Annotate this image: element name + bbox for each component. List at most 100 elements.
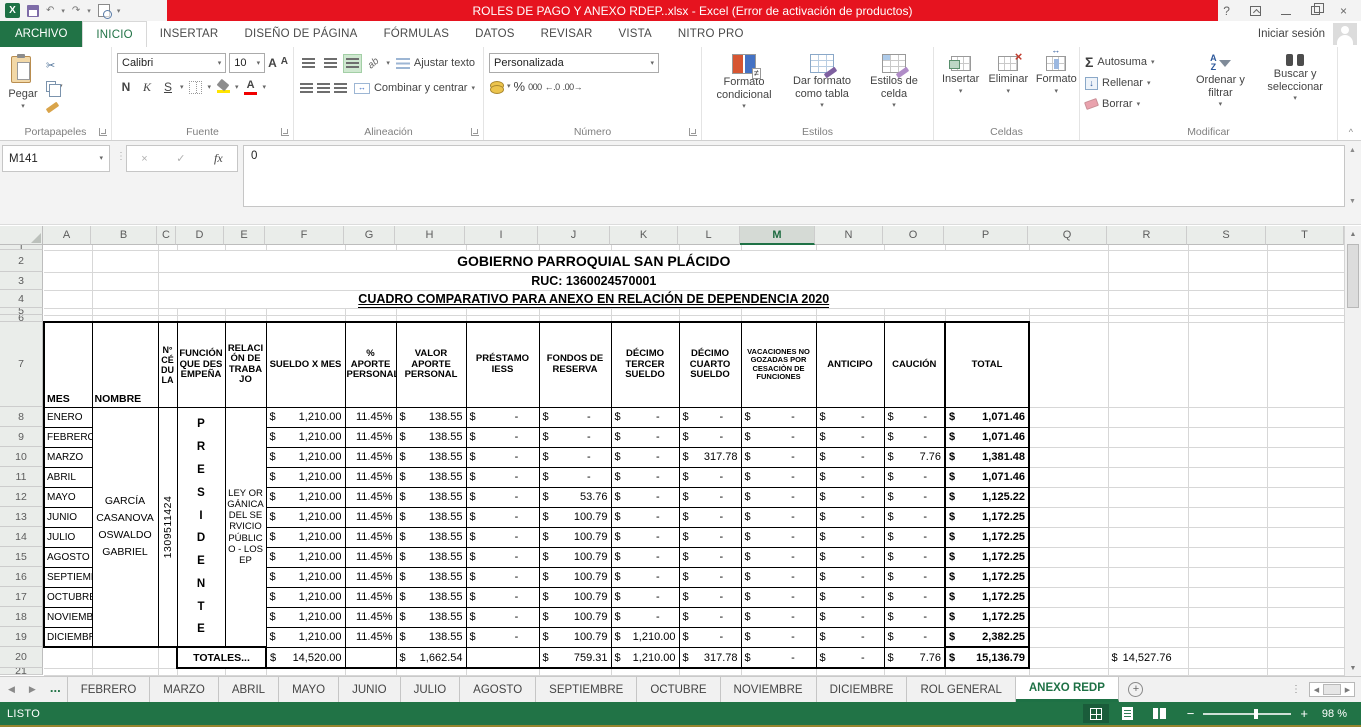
cell-pct-total[interactable]: [345, 647, 396, 668]
empty-cell[interactable]: [1108, 272, 1188, 290]
row-header-21[interactable]: 21: [0, 668, 43, 675]
money-cell[interactable]: $100.79: [539, 527, 611, 547]
cell-mes[interactable]: MARZO: [44, 447, 92, 467]
percent-format-button[interactable]: %: [514, 79, 526, 94]
sheet-tab-julio[interactable]: JULIO: [401, 677, 461, 702]
formula-bar-scroll[interactable]: ▲ ▼: [1346, 145, 1359, 207]
money-cell[interactable]: $15,136.79: [945, 647, 1029, 668]
cell-pct[interactable]: 11.45%: [345, 547, 396, 567]
hscroll-left-icon[interactable]: ◀: [1310, 686, 1323, 694]
empty-cell[interactable]: [92, 668, 158, 675]
clear-button[interactable]: Borrar▾: [1085, 95, 1183, 113]
column-header-A[interactable]: A: [43, 226, 91, 245]
empty-cell[interactable]: [1108, 547, 1188, 567]
money-cell[interactable]: $-: [741, 487, 816, 507]
empty-cell[interactable]: [396, 668, 466, 675]
sign-in-link[interactable]: Iniciar sesión: [1258, 21, 1325, 47]
empty-cell[interactable]: [1267, 647, 1344, 668]
money-cell[interactable]: $1,210.00: [266, 427, 345, 447]
empty-cell[interactable]: [92, 647, 158, 668]
empty-cell[interactable]: [1108, 607, 1188, 627]
empty-cell[interactable]: [816, 315, 884, 322]
money-cell[interactable]: $-: [741, 567, 816, 587]
money-cell[interactable]: $1,381.48: [945, 447, 1029, 467]
fill-color-caret-icon[interactable]: ▾: [235, 84, 239, 91]
empty-cell[interactable]: [1267, 627, 1344, 647]
ribbon-display-options-icon[interactable]: [1250, 6, 1261, 16]
empty-cell[interactable]: [539, 315, 611, 322]
empty-cell[interactable]: [345, 315, 396, 322]
row-header-2[interactable]: 2: [0, 250, 43, 272]
money-cell[interactable]: $1,071.46: [945, 407, 1029, 427]
row-header-4[interactable]: 4: [0, 290, 43, 308]
align-center-button[interactable]: [316, 79, 330, 98]
horizontal-scroll-thumb[interactable]: [1323, 684, 1341, 695]
table-header-8[interactable]: PRÉSTAMO IESS: [466, 322, 539, 407]
cell-funcion[interactable]: PRESIDENTE: [177, 407, 225, 647]
empty-cell[interactable]: [44, 315, 92, 322]
autosum-button[interactable]: ΣAutosuma▾: [1085, 53, 1183, 71]
table-header-3[interactable]: FUNCIÓN QUE DESEMPEÑA: [177, 322, 225, 407]
empty-cell[interactable]: [225, 315, 266, 322]
underline-caret-icon[interactable]: ▾: [180, 84, 184, 91]
font-size-select[interactable]: 10▾: [229, 53, 265, 73]
column-header-E[interactable]: E: [224, 226, 265, 245]
money-cell[interactable]: $1,210.00: [266, 447, 345, 467]
money-cell[interactable]: $-: [679, 507, 741, 527]
font-color-caret-icon[interactable]: ▾: [263, 84, 267, 91]
money-cell[interactable]: $-: [884, 567, 945, 587]
close-icon[interactable]: ×: [1340, 4, 1347, 18]
money-cell[interactable]: $-: [679, 587, 741, 607]
money-cell[interactable]: $-: [816, 427, 884, 447]
money-cell[interactable]: $-: [884, 407, 945, 427]
format-as-table-button[interactable]: Dar formato como tabla ▾: [783, 51, 861, 124]
empty-cell[interactable]: [1108, 627, 1188, 647]
italic-button[interactable]: K: [138, 78, 156, 96]
cell-pct[interactable]: 11.45%: [345, 607, 396, 627]
money-cell[interactable]: $100.79: [539, 547, 611, 567]
user-avatar[interactable]: [1333, 23, 1357, 45]
empty-cell[interactable]: [945, 668, 1029, 675]
zoom-in-icon[interactable]: +: [1300, 707, 1308, 720]
empty-cell[interactable]: [1267, 407, 1344, 427]
column-header-N[interactable]: N: [815, 226, 883, 245]
money-cell[interactable]: $1,172.25: [945, 567, 1029, 587]
undo-icon[interactable]: ↶: [46, 5, 54, 16]
empty-cell[interactable]: [1267, 322, 1344, 407]
table-header-4[interactable]: RELACIÓN DE TRABAJO: [225, 322, 266, 407]
cut-button[interactable]: ✂: [43, 57, 66, 73]
empty-cell[interactable]: [1267, 487, 1344, 507]
empty-cell[interactable]: [679, 308, 741, 315]
cell-mes[interactable]: NOVIEMBRE: [44, 607, 92, 627]
sheet-tab-junio[interactable]: JUNIO: [339, 677, 401, 702]
row-header-7[interactable]: 7: [0, 322, 43, 407]
empty-cell[interactable]: [1188, 427, 1267, 447]
money-cell[interactable]: $1,210.00: [611, 647, 679, 668]
money-cell[interactable]: $1,210.00: [266, 407, 345, 427]
ribbon-tab-revisar[interactable]: REVISAR: [528, 21, 606, 47]
empty-cell[interactable]: [611, 315, 679, 322]
money-cell[interactable]: $-: [679, 627, 741, 647]
empty-cell[interactable]: [1029, 487, 1108, 507]
orientation-caret-icon[interactable]: ▾: [386, 60, 390, 67]
cell-pct[interactable]: 11.45%: [345, 467, 396, 487]
vertical-scroll-thumb[interactable]: [1347, 244, 1359, 308]
money-cell[interactable]: $138.55: [396, 487, 466, 507]
qat-customize-caret-icon[interactable]: ▾: [117, 7, 121, 15]
zoom-level[interactable]: 98 %: [1322, 708, 1353, 720]
empty-cell[interactable]: [1029, 567, 1108, 587]
cancel-entry-icon[interactable]: ×: [141, 153, 147, 165]
empty-cell[interactable]: [1108, 308, 1188, 315]
borders-button[interactable]: [187, 78, 205, 96]
insert-cells-button[interactable]: Insertar ▾: [937, 51, 984, 124]
empty-cell[interactable]: [1267, 467, 1344, 487]
horizontal-scrollbar[interactable]: ◀ ▶: [1309, 682, 1355, 697]
empty-cell[interactable]: [1029, 427, 1108, 447]
totales-label[interactable]: TOTALES...: [177, 647, 266, 668]
money-cell[interactable]: $1,210.00: [266, 627, 345, 647]
money-cell[interactable]: $-: [611, 447, 679, 467]
empty-cell[interactable]: [1267, 272, 1344, 290]
empty-cell[interactable]: [1108, 447, 1188, 467]
empty-cell[interactable]: [1029, 647, 1108, 668]
redo-icon[interactable]: ↷: [72, 5, 80, 16]
